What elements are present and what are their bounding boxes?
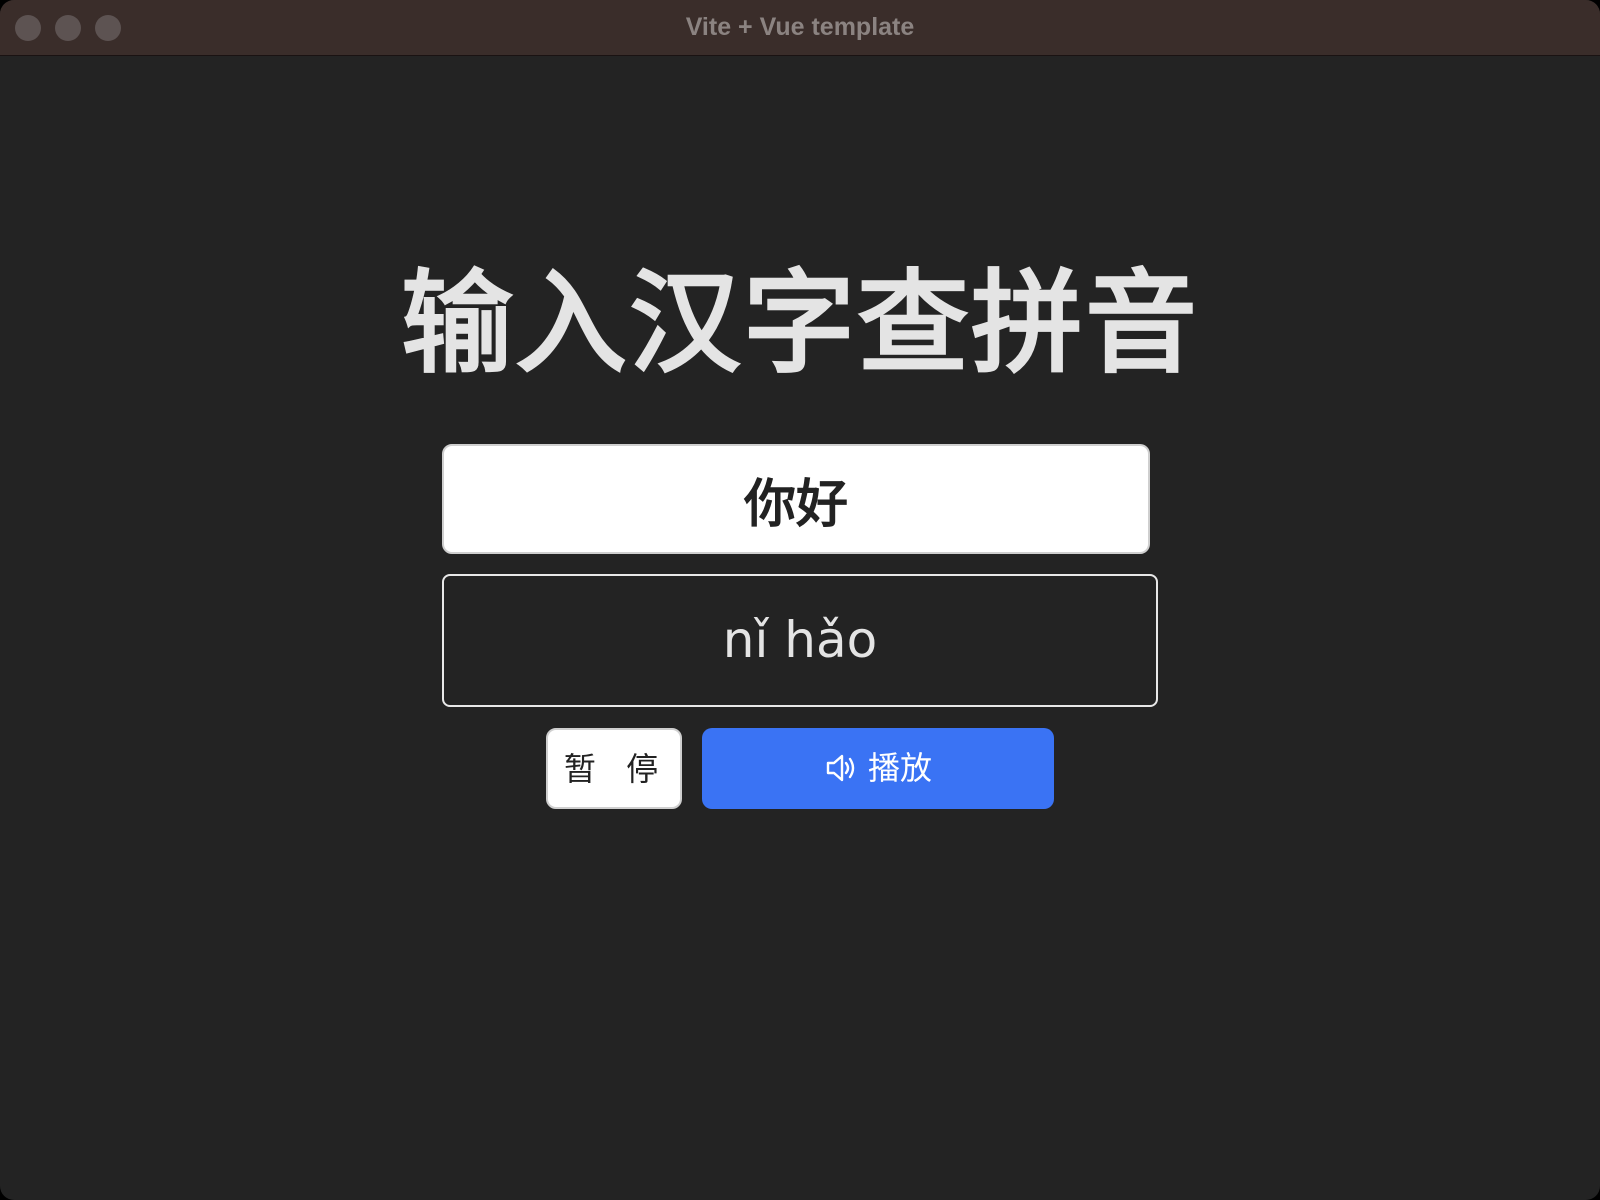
pause-button[interactable]: 暂 停 [546, 728, 682, 809]
app-window: Vite + Vue template 输入汉字查拼音 nǐ hǎo 暂 停 播… [0, 0, 1600, 1200]
hanzi-input[interactable] [442, 444, 1150, 554]
title-bar: Vite + Vue template [0, 0, 1600, 56]
main-content: 输入汉字查拼音 nǐ hǎo 暂 停 播放 [0, 56, 1600, 1200]
pinyin-output: nǐ hǎo [442, 574, 1158, 707]
play-button-label: 播放 [867, 748, 932, 787]
play-button[interactable]: 播放 [702, 728, 1054, 809]
speaker-icon [826, 754, 855, 782]
page-title: 输入汉字查拼音 [401, 259, 1199, 389]
window-title: Vite + Vue template [685, 13, 915, 41]
